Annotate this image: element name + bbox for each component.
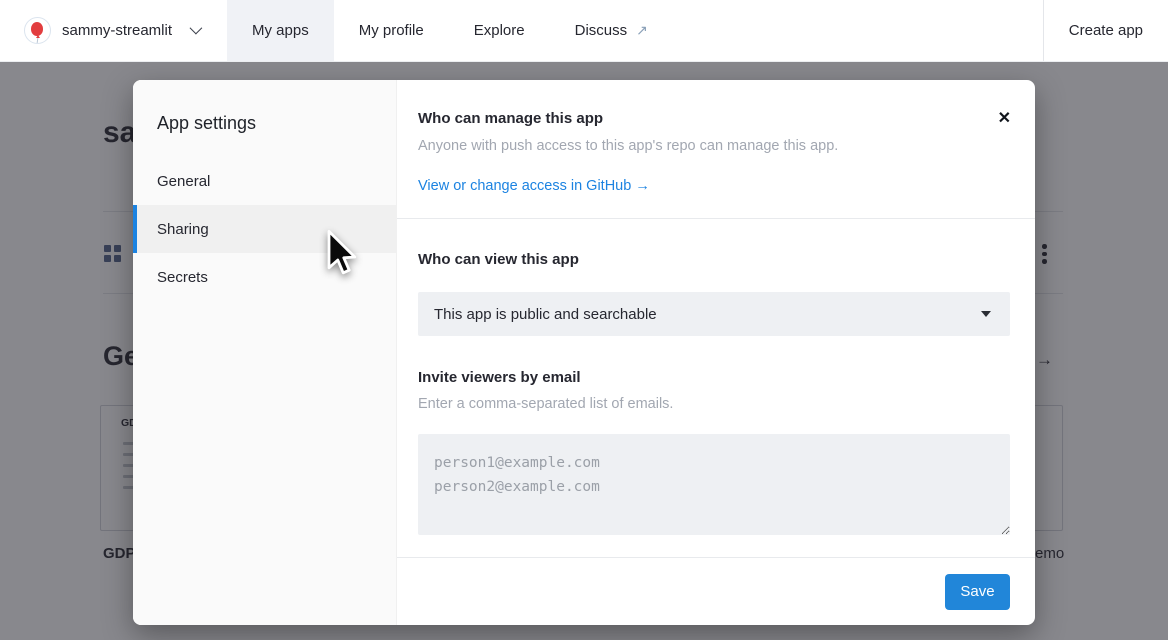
visibility-dropdown[interactable]: This app is public and searchable	[418, 292, 1010, 336]
chevron-down-icon	[190, 22, 203, 35]
manage-section: Who can manage this app Anyone with push…	[397, 80, 1035, 219]
workspace-name: sammy-streamlit	[62, 22, 172, 39]
settings-menu: General Sharing Secrets	[133, 157, 396, 301]
sidebar-item-general[interactable]: General	[133, 157, 396, 205]
modal-footer: Save	[397, 557, 1035, 625]
invite-emails-textarea[interactable]: person1@example.com person2@example.com	[418, 434, 1010, 535]
workspace-switcher[interactable]: sammy-streamlit	[24, 0, 199, 61]
visibility-dropdown-value: This app is public and searchable	[434, 306, 657, 323]
tab-explore[interactable]: Explore	[449, 0, 550, 61]
settings-sidebar: App settings General Sharing Secrets	[133, 80, 397, 625]
top-navbar: sammy-streamlit My apps My profile Explo…	[0, 0, 1168, 62]
tab-discuss[interactable]: Discuss ↗	[550, 0, 673, 61]
save-button[interactable]: Save	[945, 574, 1010, 610]
external-link-icon: ↗	[636, 22, 648, 39]
sidebar-item-sharing[interactable]: Sharing	[133, 205, 396, 253]
manage-section-description: Anyone with push access to this app's re…	[418, 138, 975, 154]
sidebar-item-secrets[interactable]: Secrets	[133, 253, 396, 301]
github-access-link[interactable]: View or change access in GitHub →	[418, 178, 650, 194]
create-app-button[interactable]: Create app	[1044, 0, 1168, 61]
view-section: Who can view this app This app is public…	[397, 219, 1035, 557]
app-settings-modal: App settings General Sharing Secrets Who…	[133, 80, 1035, 625]
dropdown-caret-icon	[981, 311, 991, 317]
nav-tabs: My apps My profile Explore Discuss ↗	[227, 0, 673, 61]
view-section-title: Who can view this app	[418, 251, 1010, 268]
invite-section-title: Invite viewers by email	[418, 369, 1010, 386]
settings-content: Who can manage this app Anyone with push…	[397, 80, 1035, 625]
tab-my-profile[interactable]: My profile	[334, 0, 449, 61]
streamlit-balloon-logo-icon	[24, 17, 51, 44]
invite-section-hint: Enter a comma-separated list of emails.	[418, 396, 1010, 412]
modal-title: App settings	[133, 80, 396, 134]
balloon-icon	[31, 22, 43, 36]
manage-section-title: Who can manage this app	[418, 110, 975, 127]
close-icon[interactable]: ✕	[998, 111, 1011, 127]
tab-my-apps[interactable]: My apps	[227, 0, 334, 61]
